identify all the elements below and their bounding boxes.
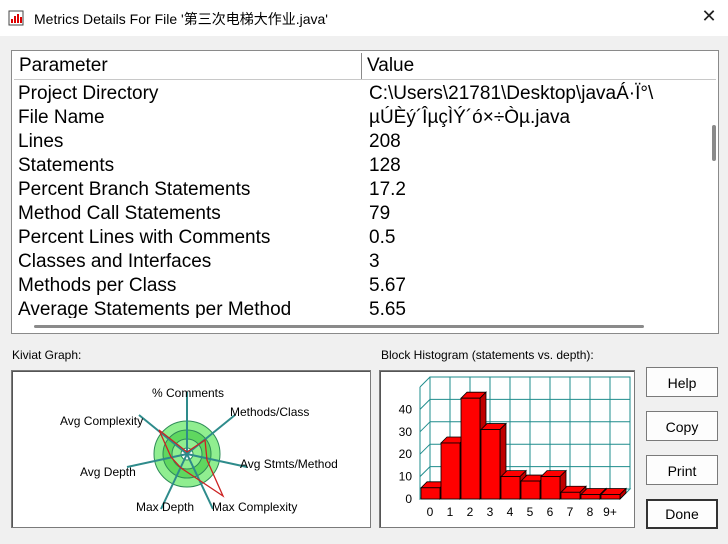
print-button[interactable]: Print <box>646 455 718 485</box>
value-cell: 5.65 <box>369 299 406 318</box>
title-bar: Metrics Details For File '第三次电梯大作业.java'… <box>0 0 728 36</box>
histogram-x-tick-label: 9+ <box>603 505 617 519</box>
kiviat-axis-label: Avg Stmts/Method <box>240 457 338 471</box>
value-cell: 79 <box>369 203 391 224</box>
histogram-y-tick-label: 30 <box>399 425 413 439</box>
parameter-cell: Lines <box>18 131 64 152</box>
parameter-cell: Percent Branch Statements <box>18 179 251 200</box>
histogram-bar <box>500 476 521 500</box>
table-row[interactable]: Project Directory C:\Users\21781\Desktop\… <box>14 82 706 106</box>
histogram-x-tick-label: 4 <box>507 505 514 519</box>
kiviat-axis-label: Avg Complexity <box>60 414 143 428</box>
value-cell: 3 <box>369 251 380 272</box>
app-icon <box>8 10 24 26</box>
table-row[interactable]: Method Call Statements 79 <box>14 202 706 226</box>
histogram-x-tick-label: 6 <box>547 505 554 519</box>
parameter-cell: Method Call Statements <box>18 203 221 224</box>
value-cell: 208 <box>369 131 401 152</box>
histogram-gridline <box>419 466 431 477</box>
value-cell: C:\Users\21781\Desktop\javaÁ·Ï°\ <box>369 83 654 104</box>
histogram-bar <box>480 429 501 500</box>
table-row[interactable]: Methods per Class 5.67 <box>14 274 706 298</box>
kiviat-axis-label: Max Complexity <box>212 500 297 514</box>
kiviat-graph: % Comments Methods/Class Avg Stmts/Metho… <box>11 370 371 528</box>
histogram-y-tick-label: 0 <box>405 492 412 506</box>
value-cell: µÚÈý´ÎµçÌÝ´ó×÷Òµ.java <box>369 107 571 128</box>
column-header-parameter[interactable]: Parameter <box>14 53 362 79</box>
histogram-bar <box>600 494 621 500</box>
histogram-x-tick-label: 3 <box>487 505 494 519</box>
copy-button[interactable]: Copy <box>646 411 718 441</box>
histogram-gridline <box>419 399 431 410</box>
histogram-x-tick-label: 2 <box>467 505 474 519</box>
parameter-cell: Percent Lines with Comments <box>18 227 271 248</box>
histogram-x-tick-label: 8 <box>587 505 594 519</box>
histogram-bar <box>560 491 581 500</box>
histogram-y-tick-label: 20 <box>399 447 413 461</box>
table-row[interactable]: Percent Branch Statements 17.2 <box>14 178 706 202</box>
kiviat-axis-label: Avg Depth <box>80 465 136 479</box>
parameter-cell: File Name <box>18 107 105 128</box>
table-row[interactable]: Percent Lines with Comments 0.5 <box>14 226 706 250</box>
table-header: Parameter Value <box>14 53 716 80</box>
histogram-x-tick-label: 0 <box>427 505 434 519</box>
kiviat-axis-label: Methods/Class <box>230 405 309 419</box>
histogram-y-tick-label: 10 <box>399 470 413 484</box>
table-body: Project Directory C:\Users\21781\Desktop\… <box>14 82 706 318</box>
block-histogram: 0 10 20 30 40 0 1 2 3 4 5 6 7 8 9+ <box>379 370 635 528</box>
histogram-x-tick-label: 1 <box>447 505 454 519</box>
table-row[interactable]: Statements 128 <box>14 154 706 178</box>
parameter-cell: Methods per Class <box>18 275 177 296</box>
histogram-bar <box>580 494 601 500</box>
histogram-bar <box>440 442 461 500</box>
histogram-gridline <box>419 376 431 388</box>
value-cell: 17.2 <box>369 179 406 200</box>
metrics-table: Parameter Value Project Directory C:\User… <box>11 50 719 334</box>
histogram-gridline <box>419 421 431 433</box>
value-cell: 0.5 <box>369 227 396 248</box>
parameter-cell: Statements <box>18 155 115 176</box>
histogram-y-tick-label: 40 <box>399 402 413 416</box>
parameter-cell: Average Statements per Method <box>18 299 292 318</box>
histogram-gridline <box>419 443 431 455</box>
value-cell: 5.67 <box>369 275 406 296</box>
kiviat-axis-label: % Comments <box>152 386 224 400</box>
done-button[interactable]: Done <box>646 499 718 529</box>
horizontal-scrollbar[interactable] <box>14 321 706 331</box>
histogram-bar <box>420 487 441 500</box>
parameter-cell: Classes and Interfaces <box>18 251 212 272</box>
horizontal-scroll-thumb[interactable] <box>34 325 644 328</box>
histogram-bar <box>520 480 541 500</box>
vertical-scroll-thumb[interactable] <box>712 125 716 161</box>
parameter-cell: Project Directory <box>18 83 159 104</box>
window-title: Metrics Details For File '第三次电梯大作业.java' <box>34 11 328 27</box>
column-header-value[interactable]: Value <box>362 53 702 79</box>
table-row[interactable]: Lines 208 <box>14 130 706 154</box>
kiviat-label: Kiviat Graph: <box>12 348 82 362</box>
histogram-x-tick-label: 7 <box>567 505 574 519</box>
histogram-bar <box>540 476 561 500</box>
vertical-scrollbar[interactable] <box>709 81 718 321</box>
kiviat-axis-label: Max Depth <box>136 500 194 514</box>
histogram-x-tick-label: 5 <box>527 505 534 519</box>
histogram-chart: 0102030400 1 2 3 4 5 6 7 8 9+ <box>399 376 632 519</box>
histogram-bar <box>460 397 481 500</box>
help-button[interactable]: Help <box>646 367 718 397</box>
histogram-label: Block Histogram (statements vs. depth): <box>381 348 594 362</box>
table-row[interactable]: Average Statements per Method 5.65 <box>14 298 706 318</box>
value-cell: 128 <box>369 155 401 176</box>
table-row[interactable]: Classes and Interfaces 3 <box>14 250 706 274</box>
close-button[interactable]: ✕ <box>696 6 722 28</box>
table-row[interactable]: File Name µÚÈý´ÎµçÌÝ´ó×÷Òµ.java <box>14 106 706 130</box>
